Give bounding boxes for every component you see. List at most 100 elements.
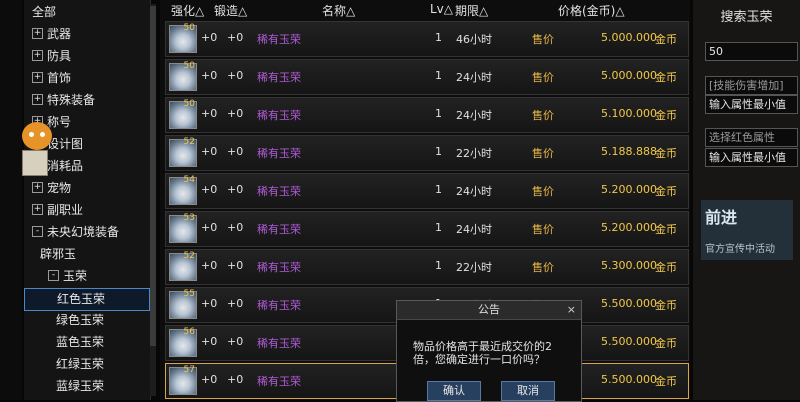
table-row[interactable]: 52 +0 +0 稀有玉荣 1 22小时 售价 5.188.888 金币 xyxy=(165,135,689,171)
collapse-icon[interactable]: - xyxy=(48,270,59,281)
item-period: 22小时 xyxy=(456,261,492,274)
enhance-value: +0 xyxy=(201,145,218,158)
expand-icon[interactable]: + xyxy=(32,28,43,39)
sidebar-item-label: 宠物 xyxy=(47,181,72,195)
forge-value: +0 xyxy=(227,335,244,348)
sidebar-item[interactable]: + 防具 xyxy=(24,46,148,67)
item-price: 5.200.000 xyxy=(601,221,657,234)
header-lv[interactable]: Lv△ xyxy=(430,2,453,20)
sidebar-item[interactable]: + 首饰 xyxy=(24,68,148,89)
cancel-button[interactable]: 取消 xyxy=(501,381,555,401)
sidebar-item[interactable]: 辟邪玉 xyxy=(24,244,148,265)
sidebar-item-label: 设计图 xyxy=(47,137,84,151)
sidebar-item[interactable]: 全部 xyxy=(24,2,148,23)
sidebar-item-label: 红绿玉荣 xyxy=(56,357,105,371)
header-period[interactable]: 期限△ xyxy=(455,2,488,20)
price-currency: 金币 xyxy=(655,337,677,350)
sidebar-item[interactable]: - 未央幻境装备 xyxy=(24,222,148,243)
dialog-title: 公告 xyxy=(397,301,581,320)
enhance-value: +0 xyxy=(201,69,218,82)
jade-item-icon[interactable]: 50 xyxy=(169,99,197,129)
header-price[interactable]: 价格(金币)△ xyxy=(558,2,625,20)
item-name: 稀有玉荣 xyxy=(257,337,301,350)
item-price: 5.000.000 xyxy=(601,69,657,82)
item-period: 24小时 xyxy=(456,223,492,236)
category-sidebar: 全部+武器+防具+首饰+特殊装备+称号+设计图+消耗品+宠物+副职业-未央幻境装… xyxy=(24,0,151,400)
sidebar-item[interactable]: - 玉荣 xyxy=(24,266,148,287)
item-price: 5.500.000 xyxy=(601,373,657,386)
header-name[interactable]: 名称△ xyxy=(322,2,355,20)
jade-item-icon[interactable]: 54 xyxy=(169,175,197,205)
sidebar-scrollbar[interactable] xyxy=(150,4,156,396)
jade-item-icon[interactable]: 57 xyxy=(169,365,197,395)
expand-icon[interactable]: + xyxy=(32,50,43,61)
sidebar-item[interactable]: + 宠物 xyxy=(24,178,148,199)
item-price: 5.300.000 xyxy=(601,259,657,272)
table-row[interactable]: 54 +0 +0 稀有玉荣 1 24小时 售价 5.200.000 金币 xyxy=(165,173,689,209)
sidebar-item[interactable]: 蓝色玉荣 xyxy=(24,332,148,353)
attribute-min-input-2[interactable]: 输入属性最小值 xyxy=(705,148,798,167)
item-level-badge: 56 xyxy=(183,327,195,337)
attribute-min-input-1[interactable]: 输入属性最小值 xyxy=(705,95,798,114)
price-currency: 金币 xyxy=(655,299,677,312)
table-row[interactable]: 50 +0 +0 稀有玉荣 1 24小时 售价 5.000.000 金币 xyxy=(165,59,689,95)
sidebar-scroll-thumb[interactable] xyxy=(150,6,156,346)
jade-item-icon[interactable]: 52 xyxy=(169,137,197,167)
jade-item-icon[interactable]: 50 xyxy=(169,61,197,91)
level-input[interactable]: 50 xyxy=(705,42,798,61)
sale-label: 售价 xyxy=(532,33,554,46)
sidebar-item[interactable]: 蓝绿玉荣 xyxy=(24,376,148,397)
item-quantity: 1 xyxy=(435,31,442,44)
expand-icon[interactable]: + xyxy=(32,94,43,105)
banner-subtitle: 官方宣传中活动 xyxy=(705,244,775,255)
sidebar-item[interactable]: + 特殊装备 xyxy=(24,90,148,111)
table-row[interactable]: 50 +0 +0 稀有玉荣 1 46小时 售价 5.000.000 金币 xyxy=(165,21,689,57)
mascot-eye xyxy=(29,132,34,137)
sidebar-item[interactable]: + 副职业 xyxy=(24,200,148,221)
item-period: 46小时 xyxy=(456,33,492,46)
price-currency: 金币 xyxy=(655,109,677,122)
item-quantity: 1 xyxy=(435,69,442,82)
promo-banner[interactable]: 前进 官方宣传中活动 xyxy=(701,200,793,260)
item-name: 稀有玉荣 xyxy=(257,147,301,160)
table-row[interactable]: 53 +0 +0 稀有玉荣 1 24小时 售价 5.200.000 金币 xyxy=(165,211,689,247)
collapse-icon[interactable]: - xyxy=(32,226,43,237)
forge-value: +0 xyxy=(227,145,244,158)
header-enhance[interactable]: 强化△ xyxy=(171,2,204,20)
jade-item-icon[interactable]: 50 xyxy=(169,23,197,53)
sidebar-item[interactable]: 红绿玉荣 xyxy=(24,354,148,375)
forge-value: +0 xyxy=(227,183,244,196)
item-quantity: 1 xyxy=(435,221,442,234)
forge-value: +0 xyxy=(227,259,244,272)
close-icon[interactable]: × xyxy=(567,303,576,316)
item-level-badge: 50 xyxy=(183,61,195,71)
sidebar-item[interactable]: 红色玉荣 xyxy=(24,288,150,311)
sidebar-item[interactable]: + 武器 xyxy=(24,24,148,45)
mascot-icon[interactable] xyxy=(22,122,52,150)
price-currency: 金币 xyxy=(655,33,677,46)
jade-item-icon[interactable]: 53 xyxy=(169,213,197,243)
jade-item-icon[interactable]: 52 xyxy=(169,251,197,281)
sidebar-item[interactable]: 绿色玉荣 xyxy=(24,310,148,331)
jade-item-icon[interactable]: 55 xyxy=(169,289,197,319)
sidebar-item-label: 全部 xyxy=(32,5,57,19)
expand-icon[interactable]: + xyxy=(32,72,43,83)
attribute-select-1[interactable]: [技能伤害增加] xyxy=(705,76,798,95)
forge-value: +0 xyxy=(227,373,244,386)
header-forge[interactable]: 锻造△ xyxy=(214,2,247,20)
attribute-select-2[interactable]: 选择红色属性 xyxy=(705,128,798,147)
table-row[interactable]: 50 +0 +0 稀有玉荣 1 24小时 售价 5.100.000 金币 xyxy=(165,97,689,133)
expand-icon[interactable]: + xyxy=(32,204,43,215)
confirm-button[interactable]: 确认 xyxy=(427,381,481,401)
jade-item-icon[interactable]: 56 xyxy=(169,327,197,357)
item-quantity: 1 xyxy=(435,183,442,196)
sidebar-item-label: 蓝色玉荣 xyxy=(56,335,105,349)
enhance-value: +0 xyxy=(201,183,218,196)
mascot-eye xyxy=(40,132,45,137)
dialog-message: 物品价格高于最近成交价的2倍，您确定进行一口价吗？ xyxy=(413,340,552,366)
sidebar-item-label: 辟邪玉 xyxy=(40,247,77,261)
item-name: 稀有玉荣 xyxy=(257,33,301,46)
expand-icon[interactable]: + xyxy=(32,182,43,193)
table-row[interactable]: 52 +0 +0 稀有玉荣 1 22小时 售价 5.300.000 金币 xyxy=(165,249,689,285)
item-name: 稀有玉荣 xyxy=(257,109,301,122)
